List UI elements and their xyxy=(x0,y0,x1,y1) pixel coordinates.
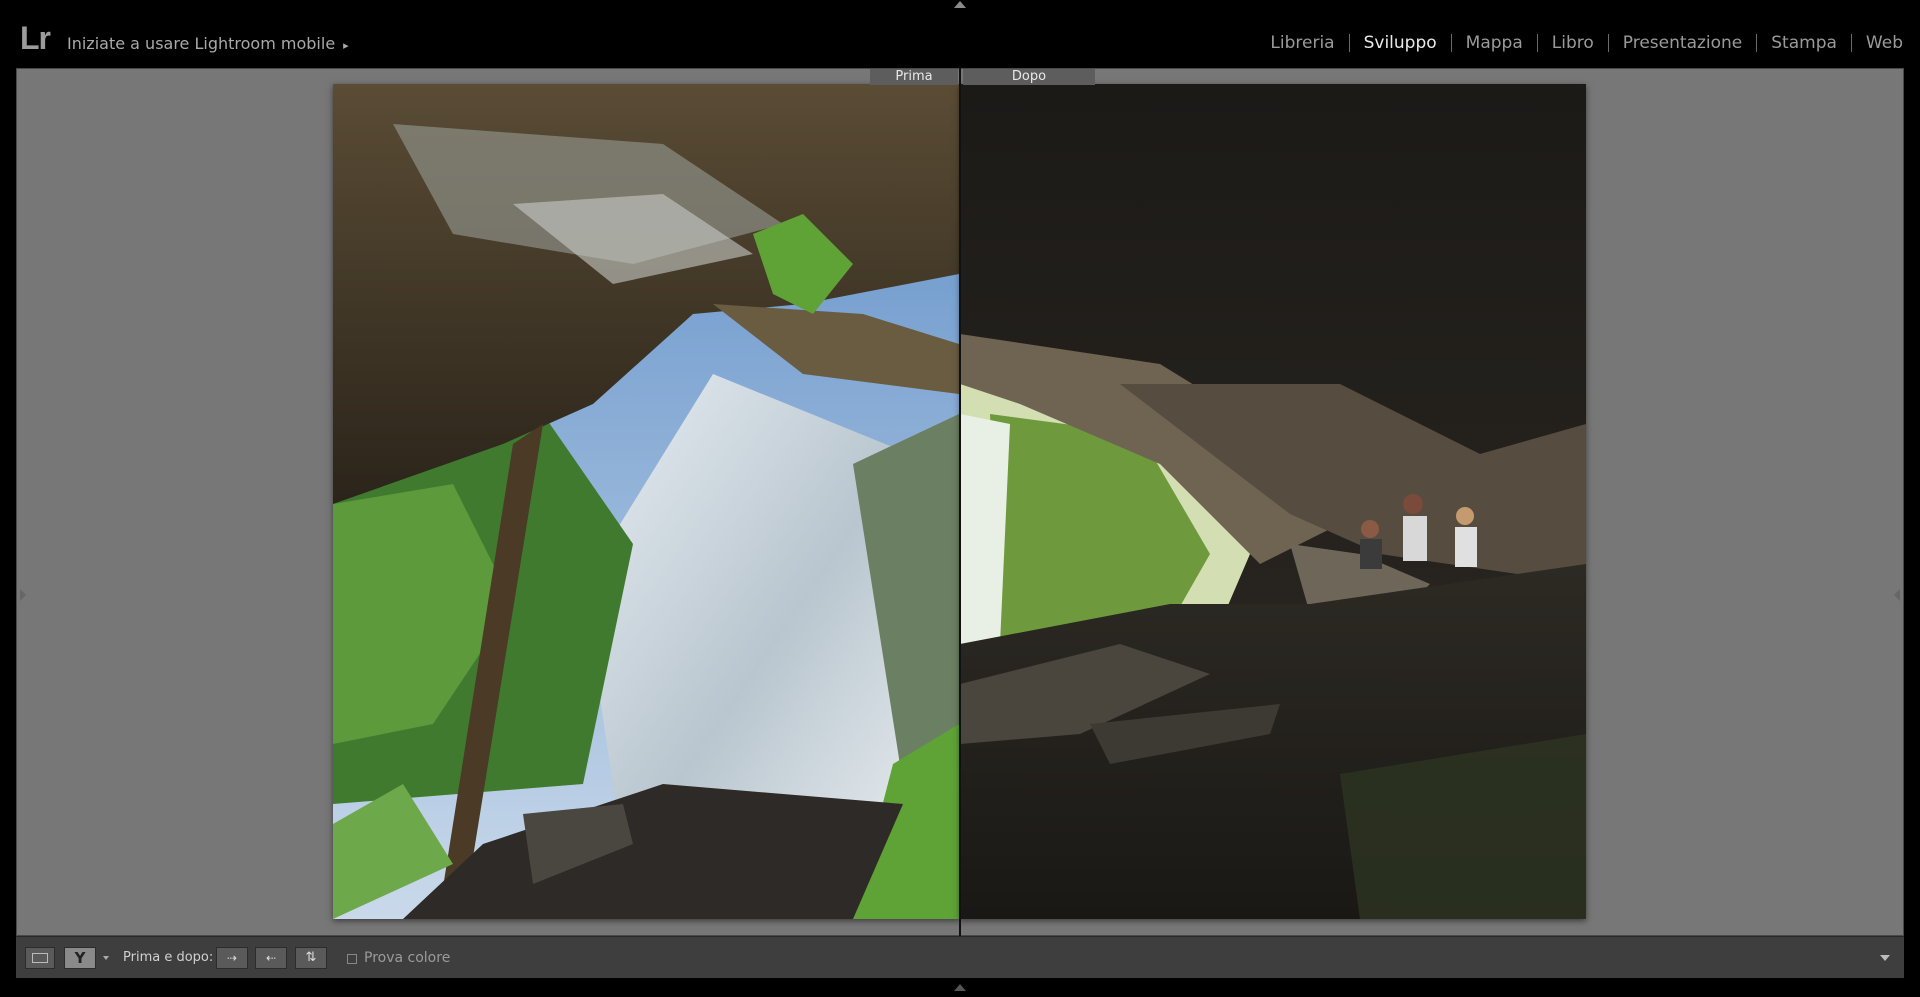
top-bar: Lr Iniziate a usare Lightroom mobile ▸ Li… xyxy=(0,0,1920,66)
before-after-dropdown-icon[interactable] xyxy=(103,956,109,960)
after-photo[interactable] xyxy=(960,84,1586,919)
copy-before-to-after-button[interactable]: ⇢ xyxy=(216,947,248,969)
module-stampa[interactable]: Stampa xyxy=(1757,33,1851,53)
top-panel-toggle-icon[interactable] xyxy=(954,1,966,8)
filmstrip-toggle-icon[interactable] xyxy=(954,984,966,991)
before-after-view-button[interactable]: Y xyxy=(64,947,96,969)
soft-proofing-checkbox[interactable] xyxy=(347,954,357,964)
swap-before-after-button[interactable]: ⇅ xyxy=(295,947,327,969)
module-picker: Libreria Sviluppo Mappa Libro Presentazi… xyxy=(1256,33,1903,53)
copy-after-to-before-button[interactable]: ⇠ xyxy=(255,947,287,969)
module-presentazione[interactable]: Presentazione xyxy=(1609,33,1756,53)
before-photo[interactable] xyxy=(333,84,959,919)
play-arrow-icon: ▸ xyxy=(343,39,349,52)
identity-plate-text: Iniziate a usare Lightroom mobile xyxy=(67,34,336,53)
toolbar: Y Prima e dopo: ⇢ ⇠ ⇅ Prova colore xyxy=(16,936,1904,978)
right-panel-toggle-icon[interactable] xyxy=(1894,589,1900,601)
before-after-label: Prima e dopo: xyxy=(123,950,214,965)
module-libreria[interactable]: Libreria xyxy=(1256,33,1348,53)
before-after-divider xyxy=(959,68,961,936)
loupe-view-button[interactable] xyxy=(25,947,55,969)
module-web[interactable]: Web xyxy=(1852,33,1903,53)
toolbar-options-dropdown-icon[interactable] xyxy=(1880,955,1890,961)
after-label: Dopo xyxy=(963,69,1095,85)
soft-proofing-label[interactable]: Prova colore xyxy=(364,950,450,966)
module-sviluppo[interactable]: Sviluppo xyxy=(1350,33,1451,53)
module-libro[interactable]: Libro xyxy=(1538,33,1608,53)
lightroom-logo: Lr xyxy=(20,20,51,56)
module-mappa[interactable]: Mappa xyxy=(1452,33,1537,53)
loupe-view-icon xyxy=(32,953,48,963)
left-panel-toggle-icon[interactable] xyxy=(20,589,26,601)
identity-plate[interactable]: Iniziate a usare Lightroom mobile ▸ xyxy=(67,34,349,53)
before-label: Prima xyxy=(870,69,958,85)
